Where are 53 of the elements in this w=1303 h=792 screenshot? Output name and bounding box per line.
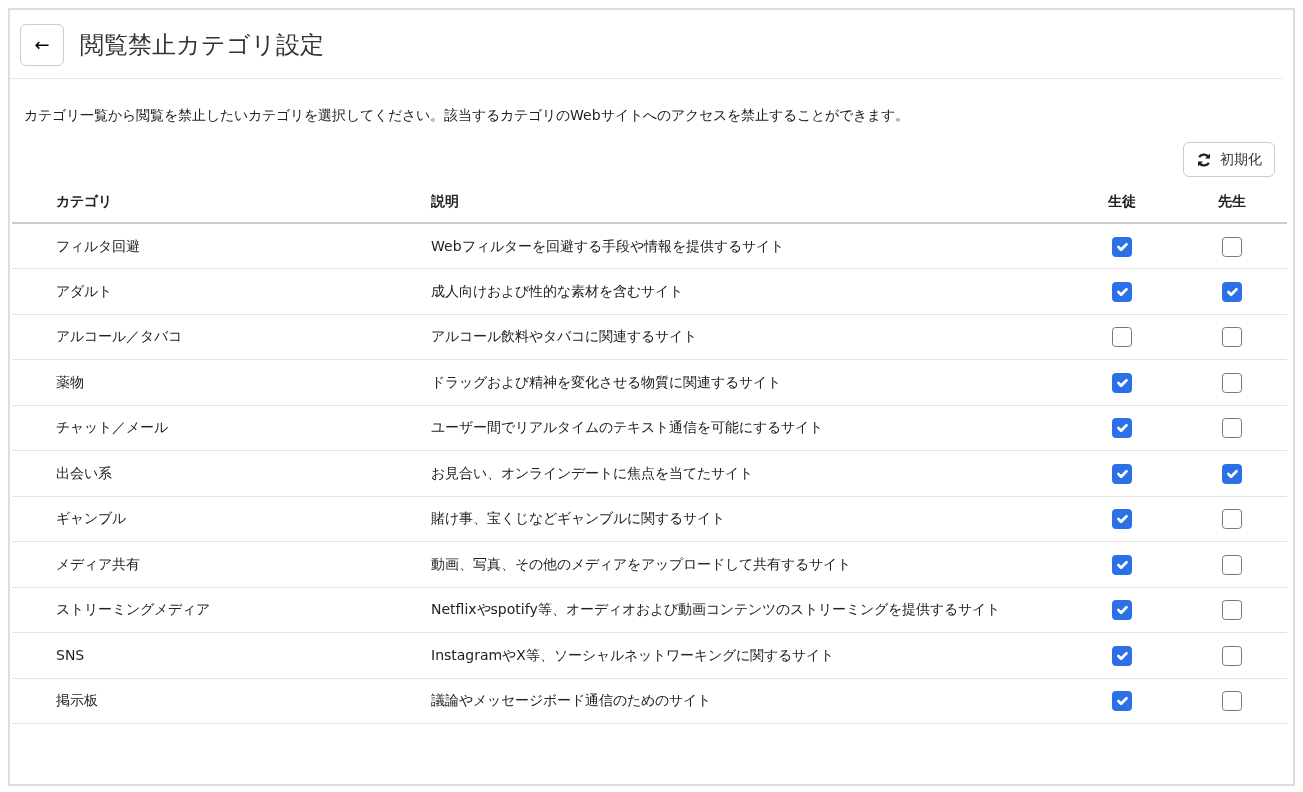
category-cell: 掲示板	[12, 678, 387, 724]
description-cell: 賭け事、宝くじなどギャンブルに関するサイト	[387, 496, 1067, 542]
student-checkbox[interactable]	[1112, 554, 1132, 575]
description-cell: Webフィルターを回避する手段や情報を提供するサイト	[387, 223, 1067, 269]
student-checkbox[interactable]	[1112, 236, 1132, 257]
column-header: 先生	[1177, 181, 1287, 223]
teacher-checkbox[interactable]	[1222, 418, 1242, 439]
student-checkbox[interactable]	[1112, 509, 1132, 530]
description-cell: Netflixやspotify等、オーディオおよび動画コンテンツのストリーミングを提供するサイト	[387, 587, 1067, 633]
column-header: 生徒	[1067, 181, 1177, 223]
category-cell: 出会い系	[12, 450, 387, 496]
refresh-icon	[1196, 151, 1212, 168]
category-cell: ストリーミングメディア	[12, 587, 387, 633]
category-cell: メディア共有	[12, 541, 387, 587]
category-cell: ギャンブル	[12, 496, 387, 542]
teacher-checkbox[interactable]	[1222, 645, 1242, 666]
student-checkbox[interactable]	[1112, 600, 1132, 621]
description-cell: お見合い、オンラインデートに焦点を当てたサイト	[387, 450, 1067, 496]
teacher-checkbox[interactable]	[1222, 281, 1242, 302]
teacher-checkbox[interactable]	[1222, 600, 1242, 621]
category-cell: SNS	[12, 632, 387, 678]
column-header: 説明	[387, 181, 1067, 223]
category-cell: チャット／メール	[12, 405, 387, 451]
teacher-checkbox[interactable]	[1222, 327, 1242, 348]
category-cell: 薬物	[12, 359, 387, 405]
description-cell: 議論やメッセージボード通信のためのサイト	[387, 678, 1067, 724]
student-checkbox[interactable]	[1112, 691, 1132, 712]
reset-button[interactable]: 初期化	[1183, 142, 1275, 177]
student-checkbox[interactable]	[1112, 418, 1132, 439]
teacher-checkbox[interactable]	[1222, 236, 1242, 257]
category-cell: アダルト	[12, 268, 387, 314]
description-cell: ユーザー間でリアルタイムのテキスト通信を可能にするサイト	[387, 405, 1067, 451]
teacher-checkbox[interactable]	[1222, 463, 1242, 484]
student-checkbox[interactable]	[1112, 327, 1132, 348]
student-checkbox[interactable]	[1112, 645, 1132, 666]
student-checkbox[interactable]	[1112, 372, 1132, 393]
description-cell: ドラッグおよび精神を変化させる物質に関連するサイト	[387, 359, 1067, 405]
teacher-checkbox[interactable]	[1222, 554, 1242, 575]
instruction-text: カテゴリ一覧から閲覧を禁止したいカテゴリを選択してください。該当するカテゴリのWebサイトへのアクセスを禁止することができます。	[24, 106, 910, 125]
teacher-checkbox[interactable]	[1222, 372, 1242, 393]
back-button[interactable]: ←	[20, 24, 64, 66]
teacher-checkbox[interactable]	[1222, 509, 1242, 530]
category-cell: フィルタ回避	[12, 223, 387, 269]
description-cell: 成人向けおよび性的な素材を含むサイト	[387, 268, 1067, 314]
student-checkbox[interactable]	[1112, 463, 1132, 484]
student-checkbox[interactable]	[1112, 281, 1132, 302]
page-title: 閲覧禁止カテゴリ設定	[80, 30, 324, 60]
column-header: カテゴリ	[12, 181, 387, 223]
description-cell: 動画、写真、その他のメディアをアップロードして共有するサイト	[387, 541, 1067, 587]
teacher-checkbox[interactable]	[1222, 691, 1242, 712]
description-cell: InstagramやX等、ソーシャルネットワーキングに関するサイト	[387, 632, 1067, 678]
category-cell: アルコール／タバコ	[12, 314, 387, 360]
description-cell: アルコール飲料やタバコに関連するサイト	[387, 314, 1067, 360]
